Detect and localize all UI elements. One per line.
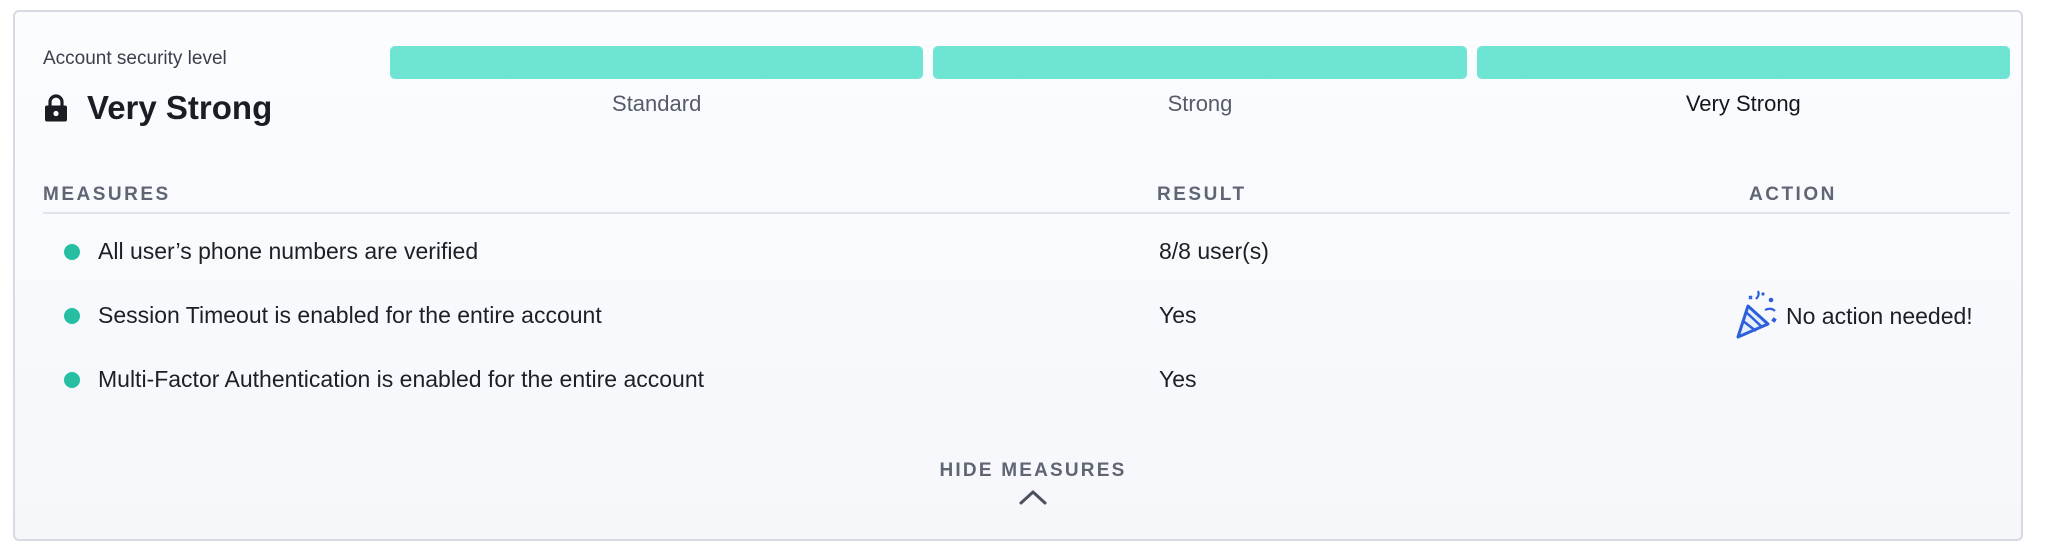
security-level-meter: Standard Strong Very Strong: [390, 46, 2010, 117]
meter-label: Very Strong: [1685, 91, 1801, 116]
chevron-up-icon[interactable]: [1018, 488, 1048, 506]
meter-label: Standard: [612, 91, 702, 116]
action-text: No action needed!: [1786, 302, 1973, 329]
meter-bar: [1476, 46, 2010, 79]
hide-measures-toggle[interactable]: HIDE MEASURES: [933, 460, 1133, 506]
meter-segment-very-strong: Very Strong: [1476, 46, 2010, 117]
status-dot-icon: [64, 308, 80, 324]
table-row: All user’s phone numbers are verified 8/…: [43, 224, 2010, 288]
hide-measures-label[interactable]: HIDE MEASURES: [940, 460, 1127, 482]
account-security-card: Account security level Very Strong Stand…: [13, 10, 2023, 541]
column-header-result: RESULT: [1157, 184, 1247, 205]
column-header-measures: MEASURES: [43, 184, 171, 205]
status-dot-icon: [64, 244, 80, 260]
result-text: 8/8 user(s): [1159, 238, 1269, 264]
security-level: Very Strong: [43, 84, 272, 132]
result-text: Yes: [1159, 366, 1197, 392]
security-caption: Account security level: [43, 48, 227, 69]
party-popper-icon: [1736, 290, 1777, 339]
table-row: Multi-Factor Authentication is enabled f…: [43, 352, 2010, 416]
meter-bar: [933, 46, 1467, 79]
measure-text: Multi-Factor Authentication is enabled f…: [98, 366, 705, 392]
meter-segment-strong: Strong: [933, 46, 1467, 117]
measures-table-body: All user’s phone numbers are verified 8/…: [43, 224, 2010, 416]
action-cell: No action needed!: [1732, 290, 1973, 342]
status-dot-icon: [64, 372, 80, 388]
meter-bar: [390, 46, 924, 79]
result-text: Yes: [1159, 302, 1197, 328]
measures-table-header: MEASURES RESULT ACTION: [43, 172, 2010, 214]
column-header-action: ACTION: [1749, 184, 1837, 205]
meter-label: Strong: [1167, 91, 1233, 116]
measure-text: Session Timeout is enabled for the entir…: [98, 302, 602, 328]
lock-icon: [45, 94, 67, 122]
security-level-value: Very Strong: [87, 89, 273, 126]
measure-text: All user’s phone numbers are verified: [98, 238, 479, 264]
meter-segment-standard: Standard: [390, 46, 924, 117]
table-row: Session Timeout is enabled for the entir…: [43, 288, 2010, 352]
